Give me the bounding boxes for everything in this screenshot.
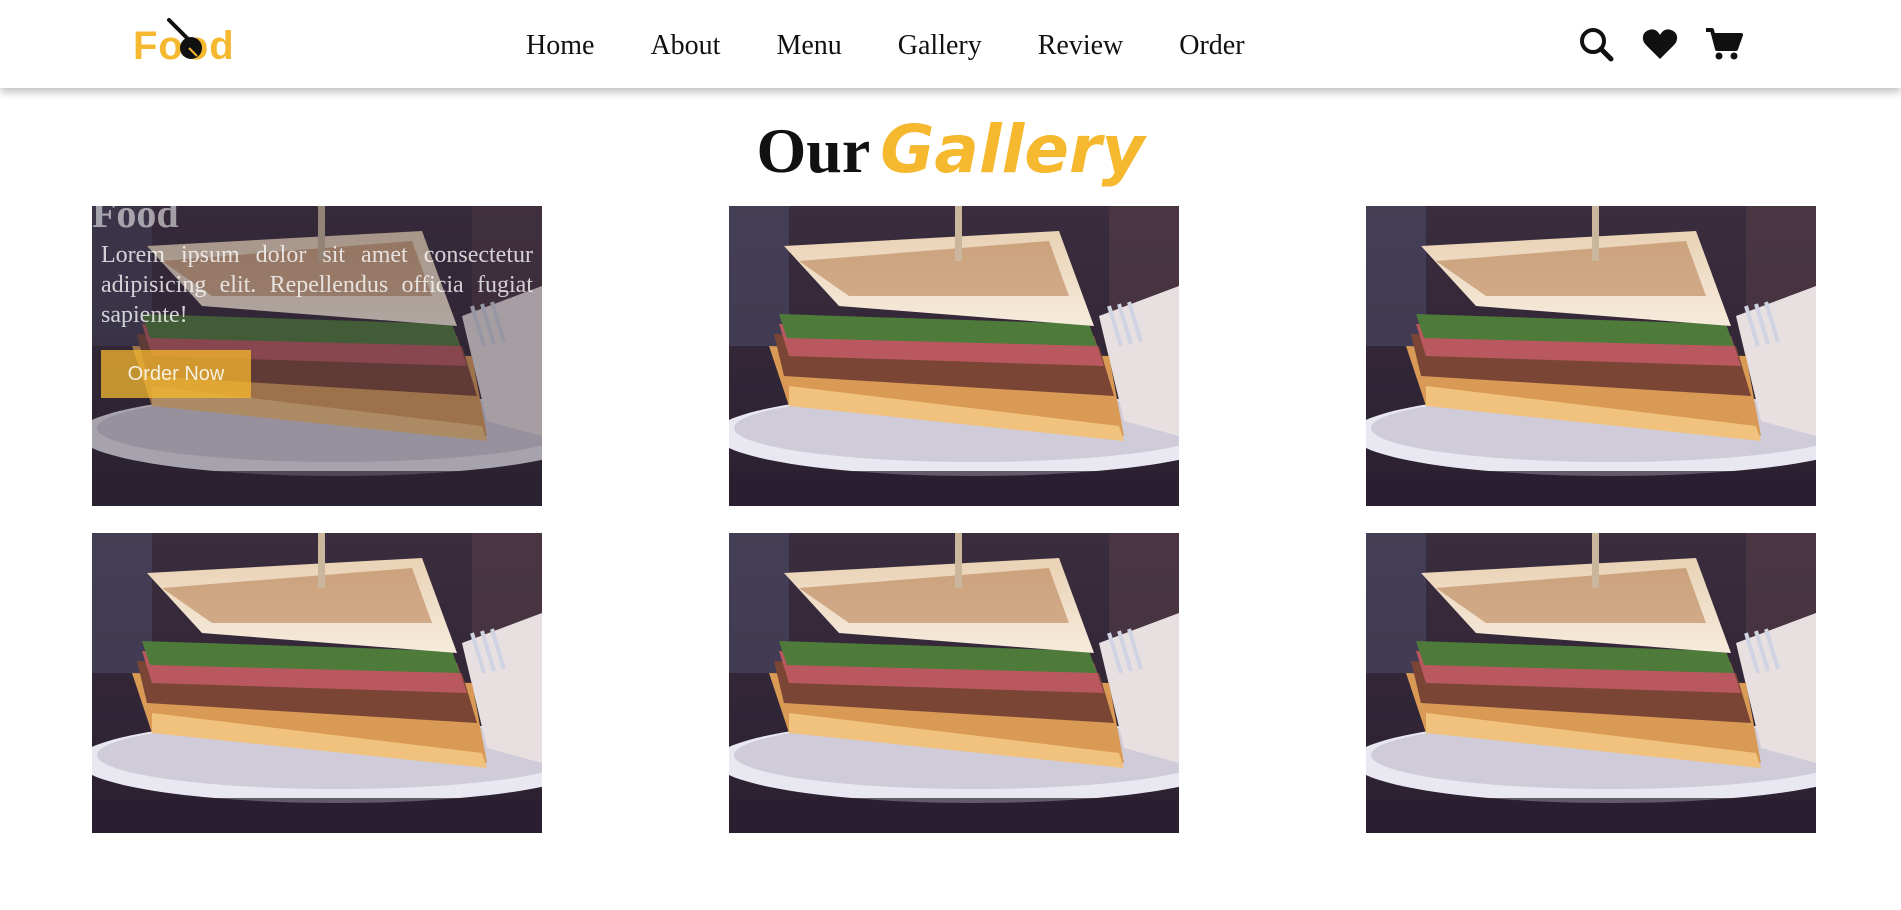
section-title-accent: Gallery (880, 111, 1145, 188)
sandwich-image (729, 533, 1179, 833)
search-icon (1580, 28, 1614, 62)
logo[interactable]: Food (133, 16, 245, 72)
nav-menu[interactable]: Menu (776, 28, 841, 64)
gallery-grid: Food Lorem ipsum dolor sit amet consecte… (92, 206, 1817, 834)
cart-icon (1706, 28, 1743, 60)
sandwich-image (1366, 206, 1816, 506)
fork-icon (167, 18, 202, 59)
nav-about[interactable]: About (650, 28, 720, 64)
order-now-button[interactable]: Order Now (101, 350, 251, 398)
section-title-plain: Our (756, 115, 871, 186)
main-nav: Home About Menu Gallery Review Order (526, 28, 1245, 64)
nav-gallery[interactable]: Gallery (898, 28, 982, 64)
sandwich-image (92, 533, 542, 833)
header-icons (1576, 24, 1744, 64)
card-title: Food (92, 206, 179, 236)
gallery-card[interactable] (729, 206, 1179, 506)
section-title: Our Gallery (0, 112, 1901, 189)
heart-icon (1642, 29, 1678, 59)
wishlist-button[interactable] (1640, 24, 1680, 64)
card-overlay: Food Lorem ipsum dolor sit amet consecte… (92, 206, 542, 506)
sandwich-image (1366, 533, 1816, 833)
card-description: Lorem ipsum dolor sit amet consectetur a… (101, 242, 533, 328)
sandwich-image (729, 206, 1179, 506)
gallery-card[interactable]: Food Lorem ipsum dolor sit amet consecte… (92, 206, 542, 506)
gallery-card[interactable] (1366, 206, 1816, 506)
search-button[interactable] (1576, 24, 1616, 64)
cart-button[interactable] (1704, 24, 1744, 64)
nav-order[interactable]: Order (1179, 28, 1244, 64)
gallery-card[interactable] (729, 533, 1179, 833)
nav-review[interactable]: Review (1038, 28, 1124, 64)
gallery-card[interactable] (92, 533, 542, 833)
header: Food Home About Menu Gallery Review Orde… (0, 0, 1901, 88)
nav-home[interactable]: Home (526, 28, 594, 64)
gallery-card[interactable] (1366, 533, 1816, 833)
